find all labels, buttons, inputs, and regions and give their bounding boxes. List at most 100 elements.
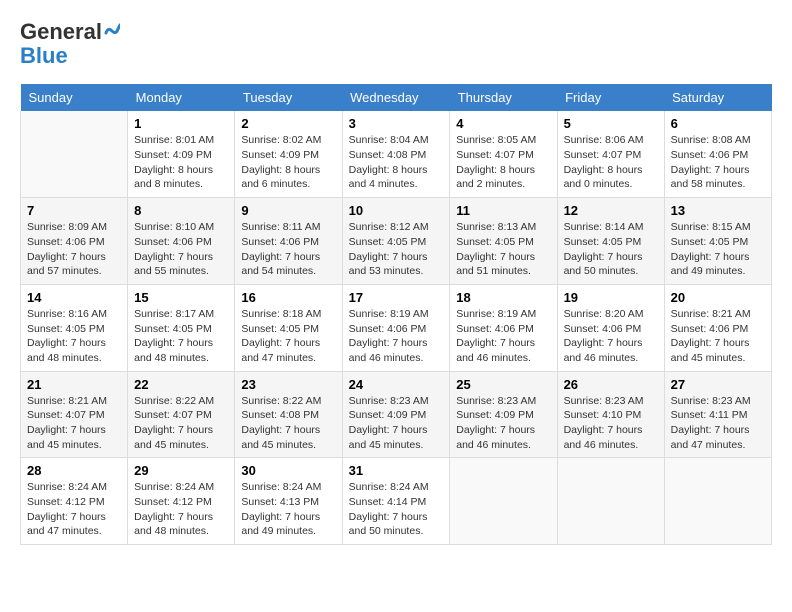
- day-info: Sunrise: 8:11 AMSunset: 4:06 PMDaylight:…: [241, 220, 335, 279]
- calendar-week-row: 21 Sunrise: 8:21 AMSunset: 4:07 PMDayligh…: [21, 371, 772, 458]
- day-number: 4: [456, 116, 550, 131]
- calendar-cell: 2 Sunrise: 8:02 AMSunset: 4:09 PMDaylight…: [235, 111, 342, 197]
- calendar-table: SundayMondayTuesdayWednesdayThursdayFrid…: [20, 84, 772, 545]
- page-header: GeneralBlue: [20, 20, 772, 68]
- weekday-header: Saturday: [664, 84, 771, 111]
- calendar-cell: 13 Sunrise: 8:15 AMSunset: 4:05 PMDayligh…: [664, 198, 771, 285]
- day-number: 31: [349, 463, 444, 478]
- day-number: 30: [241, 463, 335, 478]
- day-number: 21: [27, 377, 121, 392]
- calendar-cell: 9 Sunrise: 8:11 AMSunset: 4:06 PMDaylight…: [235, 198, 342, 285]
- calendar-week-row: 14 Sunrise: 8:16 AMSunset: 4:05 PMDayligh…: [21, 284, 772, 371]
- calendar-cell: [557, 458, 664, 545]
- day-number: 14: [27, 290, 121, 305]
- day-info: Sunrise: 8:24 AMSunset: 4:13 PMDaylight:…: [241, 480, 335, 539]
- logo: GeneralBlue: [20, 20, 120, 68]
- day-number: 22: [134, 377, 228, 392]
- day-info: Sunrise: 8:08 AMSunset: 4:06 PMDaylight:…: [671, 133, 765, 192]
- day-info: Sunrise: 8:23 AMSunset: 4:09 PMDaylight:…: [349, 394, 444, 453]
- calendar-cell: 8 Sunrise: 8:10 AMSunset: 4:06 PMDaylight…: [128, 198, 235, 285]
- day-info: Sunrise: 8:23 AMSunset: 4:09 PMDaylight:…: [456, 394, 550, 453]
- day-number: 18: [456, 290, 550, 305]
- day-number: 8: [134, 203, 228, 218]
- day-number: 15: [134, 290, 228, 305]
- day-info: Sunrise: 8:24 AMSunset: 4:12 PMDaylight:…: [134, 480, 228, 539]
- calendar-cell: 24Sunrise: 8:23 AMSunset: 4:09 PMDayligh…: [342, 371, 450, 458]
- calendar-cell: 23 Sunrise: 8:22 AMSunset: 4:08 PMDayligh…: [235, 371, 342, 458]
- day-info: Sunrise: 8:20 AMSunset: 4:06 PMDaylight:…: [564, 307, 658, 366]
- day-info: Sunrise: 8:22 AMSunset: 4:07 PMDaylight:…: [134, 394, 228, 453]
- day-info: Sunrise: 8:22 AMSunset: 4:08 PMDaylight:…: [241, 394, 335, 453]
- calendar-cell: 31 Sunrise: 8:24 AMSunset: 4:14 PMDayligh…: [342, 458, 450, 545]
- calendar-cell: 18 Sunrise: 8:19 AMSunset: 4:06 PMDayligh…: [450, 284, 557, 371]
- day-number: 2: [241, 116, 335, 131]
- day-number: 26: [564, 377, 658, 392]
- day-number: 13: [671, 203, 765, 218]
- day-info: Sunrise: 8:06 AMSunset: 4:07 PMDaylight:…: [564, 133, 658, 192]
- calendar-cell: [21, 111, 128, 197]
- day-info: Sunrise: 8:17 AMSunset: 4:05 PMDaylight:…: [134, 307, 228, 366]
- day-number: 28: [27, 463, 121, 478]
- calendar-cell: 16Sunrise: 8:18 AMSunset: 4:05 PMDayligh…: [235, 284, 342, 371]
- day-number: 25: [456, 377, 550, 392]
- calendar-cell: 30 Sunrise: 8:24 AMSunset: 4:13 PMDayligh…: [235, 458, 342, 545]
- calendar-cell: 26 Sunrise: 8:23 AMSunset: 4:10 PMDayligh…: [557, 371, 664, 458]
- calendar-cell: 20Sunrise: 8:21 AMSunset: 4:06 PMDayligh…: [664, 284, 771, 371]
- weekday-header: Wednesday: [342, 84, 450, 111]
- calendar-week-row: 1Sunrise: 8:01 AMSunset: 4:09 PMDaylight…: [21, 111, 772, 197]
- calendar-cell: 14 Sunrise: 8:16 AMSunset: 4:05 PMDayligh…: [21, 284, 128, 371]
- day-info: Sunrise: 8:23 AMSunset: 4:11 PMDaylight:…: [671, 394, 765, 453]
- day-number: 9: [241, 203, 335, 218]
- logo-blue: Blue: [20, 43, 68, 68]
- calendar-cell: 5Sunrise: 8:06 AMSunset: 4:07 PMDaylight…: [557, 111, 664, 197]
- calendar-cell: 17 Sunrise: 8:19 AMSunset: 4:06 PMDayligh…: [342, 284, 450, 371]
- calendar-cell: [664, 458, 771, 545]
- day-info: Sunrise: 8:24 AMSunset: 4:12 PMDaylight:…: [27, 480, 121, 539]
- day-number: 10: [349, 203, 444, 218]
- day-number: 19: [564, 290, 658, 305]
- weekday-header: Sunday: [21, 84, 128, 111]
- day-info: Sunrise: 8:19 AMSunset: 4:06 PMDaylight:…: [349, 307, 444, 366]
- day-number: 23: [241, 377, 335, 392]
- day-number: 27: [671, 377, 765, 392]
- day-info: Sunrise: 8:02 AMSunset: 4:09 PMDaylight:…: [241, 133, 335, 192]
- calendar-cell: 29 Sunrise: 8:24 AMSunset: 4:12 PMDayligh…: [128, 458, 235, 545]
- day-info: Sunrise: 8:14 AMSunset: 4:05 PMDaylight:…: [564, 220, 658, 279]
- calendar-cell: 4Sunrise: 8:05 AMSunset: 4:07 PMDaylight…: [450, 111, 557, 197]
- calendar-cell: 25 Sunrise: 8:23 AMSunset: 4:09 PMDayligh…: [450, 371, 557, 458]
- day-info: Sunrise: 8:15 AMSunset: 4:05 PMDaylight:…: [671, 220, 765, 279]
- day-number: 11: [456, 203, 550, 218]
- day-number: 1: [134, 116, 228, 131]
- day-info: Sunrise: 8:10 AMSunset: 4:06 PMDaylight:…: [134, 220, 228, 279]
- day-info: Sunrise: 8:19 AMSunset: 4:06 PMDaylight:…: [456, 307, 550, 366]
- day-info: Sunrise: 8:16 AMSunset: 4:05 PMDaylight:…: [27, 307, 121, 366]
- calendar-cell: 19 Sunrise: 8:20 AMSunset: 4:06 PMDayligh…: [557, 284, 664, 371]
- day-info: Sunrise: 8:21 AMSunset: 4:07 PMDaylight:…: [27, 394, 121, 453]
- weekday-header: Monday: [128, 84, 235, 111]
- day-info: Sunrise: 8:24 AMSunset: 4:14 PMDaylight:…: [349, 480, 444, 539]
- day-number: 29: [134, 463, 228, 478]
- calendar-cell: [450, 458, 557, 545]
- day-number: 3: [349, 116, 444, 131]
- day-number: 12: [564, 203, 658, 218]
- logo-wave-icon: [104, 23, 120, 43]
- calendar-header-row: SundayMondayTuesdayWednesdayThursdayFrid…: [21, 84, 772, 111]
- calendar-cell: 10 Sunrise: 8:12 AMSunset: 4:05 PMDayligh…: [342, 198, 450, 285]
- calendar-cell: 12 Sunrise: 8:14 AMSunset: 4:05 PMDayligh…: [557, 198, 664, 285]
- day-info: Sunrise: 8:13 AMSunset: 4:05 PMDaylight:…: [456, 220, 550, 279]
- weekday-header: Tuesday: [235, 84, 342, 111]
- calendar-cell: 15 Sunrise: 8:17 AMSunset: 4:05 PMDayligh…: [128, 284, 235, 371]
- day-info: Sunrise: 8:09 AMSunset: 4:06 PMDaylight:…: [27, 220, 121, 279]
- calendar-cell: 7Sunrise: 8:09 AMSunset: 4:06 PMDaylight…: [21, 198, 128, 285]
- calendar-cell: 21 Sunrise: 8:21 AMSunset: 4:07 PMDayligh…: [21, 371, 128, 458]
- weekday-header: Thursday: [450, 84, 557, 111]
- calendar-cell: 22 Sunrise: 8:22 AMSunset: 4:07 PMDayligh…: [128, 371, 235, 458]
- logo-text: GeneralBlue: [20, 20, 120, 68]
- day-number: 17: [349, 290, 444, 305]
- day-info: Sunrise: 8:12 AMSunset: 4:05 PMDaylight:…: [349, 220, 444, 279]
- day-number: 6: [671, 116, 765, 131]
- calendar-week-row: 28 Sunrise: 8:24 AMSunset: 4:12 PMDayligh…: [21, 458, 772, 545]
- day-info: Sunrise: 8:23 AMSunset: 4:10 PMDaylight:…: [564, 394, 658, 453]
- weekday-header: Friday: [557, 84, 664, 111]
- calendar-cell: 11 Sunrise: 8:13 AMSunset: 4:05 PMDayligh…: [450, 198, 557, 285]
